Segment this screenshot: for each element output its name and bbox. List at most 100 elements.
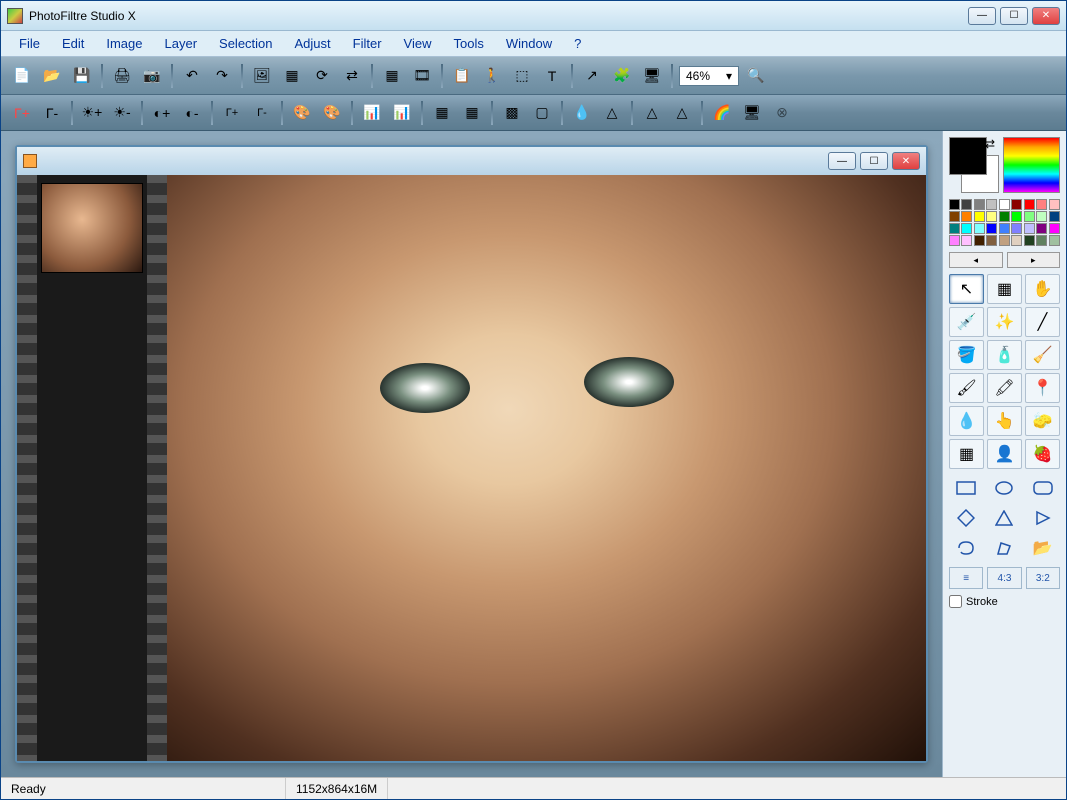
sharp3-icon[interactable]: △ [669, 100, 695, 126]
sat-plus-icon[interactable]: Γ+ [219, 100, 245, 126]
menu-image[interactable]: Image [96, 32, 152, 55]
palette-swatch[interactable] [986, 223, 997, 234]
menu-adjust[interactable]: Adjust [285, 32, 341, 55]
palette-swatch[interactable] [1049, 199, 1060, 210]
print-icon[interactable]: 🖨 [109, 63, 135, 89]
folder-shape[interactable]: 📂 [1026, 535, 1060, 561]
palette-swatch[interactable] [949, 223, 960, 234]
palette-swatch[interactable] [1049, 223, 1060, 234]
colors-icon[interactable]: ▦ [379, 63, 405, 89]
noise-icon[interactable]: ▩ [499, 100, 525, 126]
palette-swatch[interactable] [986, 199, 997, 210]
palette-next-button[interactable]: ▸ [1007, 252, 1061, 268]
brush-tool[interactable]: 🖌 [949, 373, 984, 403]
palette-swatch[interactable] [974, 223, 985, 234]
palette-swatch[interactable] [1011, 199, 1022, 210]
palette-swatch[interactable] [1036, 211, 1047, 222]
palette-swatch[interactable] [1024, 235, 1035, 246]
grid-tool[interactable]: ▦ [949, 439, 984, 469]
palette-swatch[interactable] [961, 235, 972, 246]
clone-tool[interactable]: 🧽 [1025, 406, 1060, 436]
maximize-button[interactable]: ☐ [1000, 7, 1028, 25]
retouch-tool[interactable]: 👤 [987, 439, 1022, 469]
contrast-minus-icon[interactable]: ◐- [179, 100, 205, 126]
poly-shape[interactable] [987, 535, 1021, 561]
menu-help[interactable]: ? [564, 32, 591, 55]
fullscreen-icon[interactable]: 🖥 [639, 63, 665, 89]
palette-swatch[interactable] [1024, 199, 1035, 210]
close-button[interactable]: ✕ [1032, 7, 1060, 25]
new-icon[interactable]: 📄 [9, 63, 35, 89]
brightness-minus-icon[interactable]: ☀- [109, 100, 135, 126]
palette-swatch[interactable] [1024, 211, 1035, 222]
menu-filter[interactable]: Filter [343, 32, 392, 55]
menu-window[interactable]: Window [496, 32, 562, 55]
ellipse-shape[interactable] [987, 475, 1021, 501]
palette-swatch[interactable] [999, 211, 1010, 222]
gradient-icon[interactable]: 🌈 [709, 100, 735, 126]
palette-swatch[interactable] [1036, 235, 1047, 246]
hue-minus-icon[interactable]: 🎨 [319, 100, 345, 126]
hist-minus-icon[interactable]: 📊 [389, 100, 415, 126]
blur-icon[interactable]: ▢ [529, 100, 555, 126]
palette-swatch[interactable] [961, 199, 972, 210]
zoom-in-icon[interactable]: 🔍 [743, 63, 769, 89]
blur-tool[interactable]: 💧 [949, 406, 984, 436]
layer-thumbnail[interactable] [41, 183, 143, 273]
minimize-button[interactable]: — [968, 7, 996, 25]
image-size-icon[interactable]: 🖼 [249, 63, 275, 89]
palette-swatch[interactable] [974, 235, 985, 246]
text-icon[interactable]: T [539, 63, 565, 89]
selection-tool[interactable]: ▦ [987, 274, 1022, 304]
gamma-minus-icon[interactable]: Γ- [39, 100, 65, 126]
auto-select-icon[interactable]: ⬚ [509, 63, 535, 89]
pointer-tool[interactable]: ↖ [949, 274, 984, 304]
bucket-tool[interactable]: 🪣 [949, 340, 984, 370]
palette-swatch[interactable] [986, 211, 997, 222]
doc-minimize-button[interactable]: — [828, 152, 856, 170]
hist-plus-icon[interactable]: 📊 [359, 100, 385, 126]
palette-swatch[interactable] [1011, 223, 1022, 234]
menu-selection[interactable]: Selection [209, 32, 282, 55]
hand-tool[interactable]: ✋ [1025, 274, 1060, 304]
doc-maximize-button[interactable]: ☐ [860, 152, 888, 170]
sharp2-icon[interactable]: △ [639, 100, 665, 126]
palette-swatch[interactable] [949, 199, 960, 210]
twain-icon[interactable]: 📷 [139, 63, 165, 89]
swap-colors-icon[interactable]: ⇄ [985, 137, 995, 151]
menu-file[interactable]: File [9, 32, 50, 55]
menu-layer[interactable]: Layer [155, 32, 208, 55]
rect-shape[interactable] [949, 475, 983, 501]
palette-swatch[interactable] [961, 223, 972, 234]
sharp1-icon[interactable]: △ [599, 100, 625, 126]
stroke-checkbox[interactable] [949, 595, 962, 608]
palette-swatch[interactable] [1011, 211, 1022, 222]
dither1-icon[interactable]: ▦ [429, 100, 455, 126]
flip-icon[interactable]: ⇄ [339, 63, 365, 89]
eraser-tool[interactable]: 🧹 [1025, 340, 1060, 370]
palette-swatch[interactable] [974, 211, 985, 222]
art-tool[interactable]: 🍓 [1025, 439, 1060, 469]
export-icon[interactable]: ↗ [579, 63, 605, 89]
palette-swatch[interactable] [1036, 199, 1047, 210]
palette-swatch[interactable] [949, 211, 960, 222]
palette-swatch[interactable] [999, 199, 1010, 210]
smudge-tool[interactable]: 👆 [987, 406, 1022, 436]
palette-swatch[interactable] [1011, 235, 1022, 246]
palette-swatch[interactable] [1024, 223, 1035, 234]
palette-swatch[interactable] [986, 235, 997, 246]
wand-tool[interactable]: ✨ [987, 307, 1022, 337]
gif-icon[interactable]: 🎞 [409, 63, 435, 89]
ratio-4-3[interactable]: 4:3 [987, 567, 1021, 589]
palette-swatch[interactable] [949, 235, 960, 246]
undo-icon[interactable]: ↶ [179, 63, 205, 89]
plugin-icon[interactable]: 🧩 [609, 63, 635, 89]
line-tool[interactable]: ╱ [1025, 307, 1060, 337]
stamp-tool[interactable]: 📍 [1025, 373, 1060, 403]
diamond-shape[interactable] [949, 505, 983, 531]
menu-edit[interactable]: Edit [52, 32, 94, 55]
doc-close-button[interactable]: ✕ [892, 152, 920, 170]
zoom-combo[interactable]: 46%▾ [679, 66, 739, 86]
palette-swatch[interactable] [1049, 235, 1060, 246]
lasso-shape[interactable] [949, 535, 983, 561]
